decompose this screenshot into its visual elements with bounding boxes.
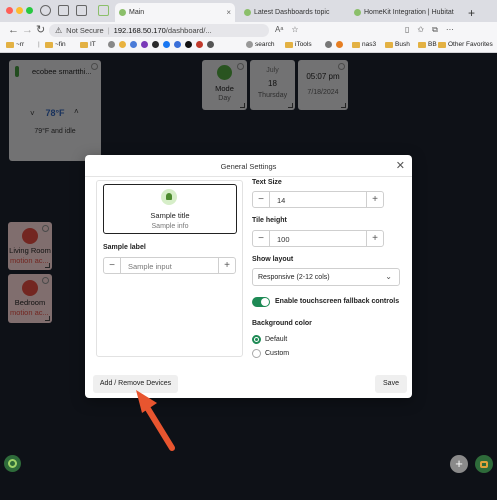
annotation-arrow xyxy=(136,390,175,451)
